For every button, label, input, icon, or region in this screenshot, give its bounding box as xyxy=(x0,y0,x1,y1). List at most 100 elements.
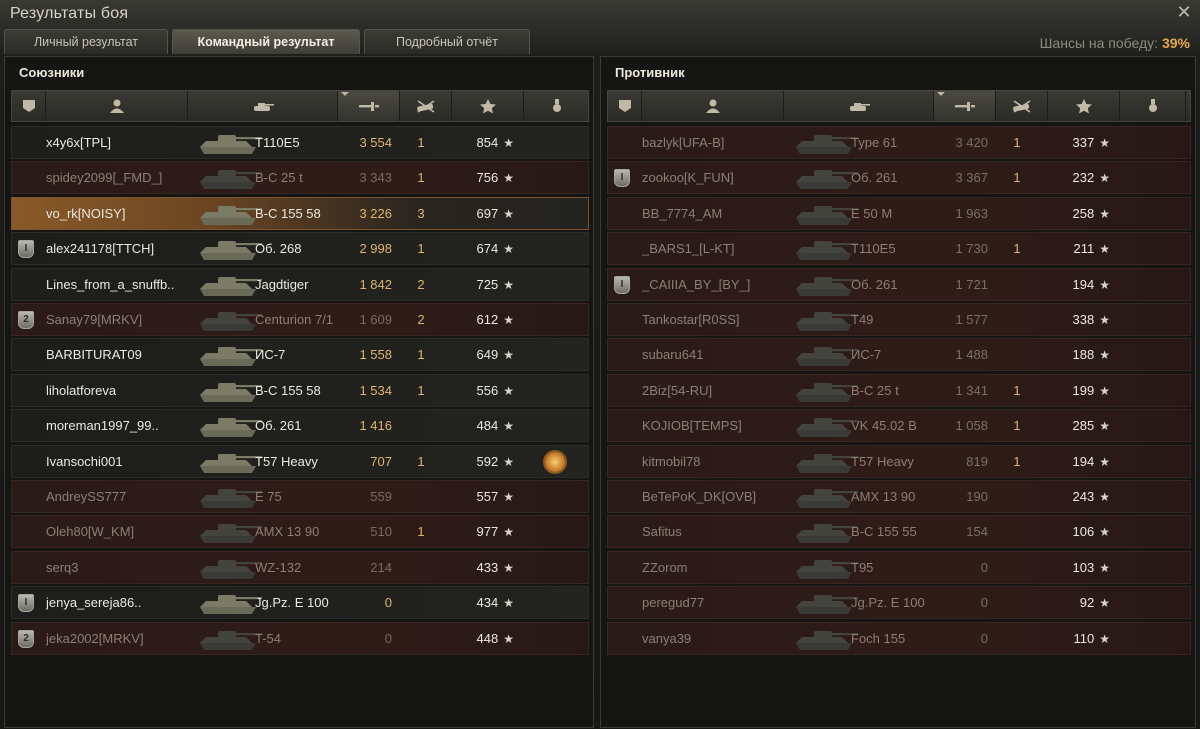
player-name: _CAIIIA_BY_[BY_] xyxy=(642,276,751,292)
column-header-medal[interactable] xyxy=(524,91,590,121)
player-row[interactable]: Safitus В-С 155 55 154 106 ★ xyxy=(607,515,1191,549)
xp-value: 194 ★ xyxy=(1048,446,1110,477)
player-row[interactable]: 2Biz[54-RU] В-С 25 t 1 341 1 199 ★ xyxy=(607,373,1191,407)
player-row[interactable]: moreman1997_99.. Об. 261 1 416 484 ★ xyxy=(11,409,589,443)
player-row[interactable]: kitmobil78 T57 Heavy 819 1 194 ★ xyxy=(607,444,1191,478)
player-row[interactable]: BB_7774_AM E 50 M 1 963 258 ★ xyxy=(607,196,1191,230)
player-name: x4y6x[TPL] xyxy=(46,135,112,150)
player-row[interactable]: vanya39 Foch 155 0 110 ★ xyxy=(607,621,1191,655)
tank-icon xyxy=(796,135,858,154)
tab-detailed-report[interactable]: Подробный отчёт xyxy=(364,29,530,54)
xp-value: 448 ★ xyxy=(452,623,514,654)
xp-number: 199 xyxy=(1072,382,1095,398)
player-row[interactable]: liholatforeva В-С 155 58 1 534 1 556 ★ xyxy=(11,373,589,407)
column-header-kills[interactable] xyxy=(996,91,1048,121)
player-row[interactable]: Ivansochi001 T57 Heavy 707 1 592 ★ xyxy=(11,444,589,478)
tank-name: AMX 13 90 xyxy=(851,489,916,504)
enemies-panel: Противник bazlyk[UFA-B] Type 61 3 420 1 337 ★… xyxy=(600,56,1196,728)
player-row[interactable]: Ijenya_sereja86.. Jg.Pz. E 100 0 434 ★ xyxy=(11,586,589,620)
player-row[interactable]: ZZorom T95 0 103 ★ xyxy=(607,550,1191,584)
column-header-player[interactable] xyxy=(46,91,188,121)
player-row[interactable]: spidey2099[_FMD_] В-С 25 t 3 343 1 756 ★ xyxy=(11,161,589,195)
player-row[interactable]: Izookoo[K_FUN] Об. 261 3 367 1 232 ★ xyxy=(607,161,1191,195)
tank-name: T49 xyxy=(851,312,874,327)
player-name: Ivansochi001 xyxy=(46,453,123,469)
player-row[interactable]: 2 jeka2002[MRKV] T-54 0 448 ★ xyxy=(11,621,589,655)
player-row[interactable]: Lines_from_a_snuffb.. Jagdtiger 1 842 2 725 ★ xyxy=(11,267,589,301)
kills-value: 1 xyxy=(417,453,425,469)
tank-name: Об. 261 xyxy=(851,170,898,186)
player-row[interactable]: 2 Sanay79[MRKV] Centurion 7/1 1 609 2 612 ★ xyxy=(11,303,589,336)
tank-icon xyxy=(200,135,262,154)
allies-title: Союзники xyxy=(19,65,85,80)
column-header-badge[interactable] xyxy=(12,91,46,121)
player-row[interactable]: I _CAIIIA_BY_[BY_] Об. 261 1 721 194 ★ xyxy=(607,267,1191,301)
player-row[interactable]: bazlyk[UFA-B] Type 61 3 420 1 337 ★ xyxy=(607,126,1191,159)
mastery-badge-icon: 2 xyxy=(18,629,34,648)
tank-icon xyxy=(796,241,858,261)
player-row[interactable]: vo_rk[NOISY] В-С 155 58 3 226 3 697 ★ xyxy=(11,196,589,230)
xp-number: 448 xyxy=(476,630,499,646)
xp-number: 338 xyxy=(1072,312,1095,327)
player-row[interactable]: AndreySS777 E 75 559 557 ★ xyxy=(11,480,589,513)
player-row[interactable]: peregud77 Jg.Pz. E 100 0 92 ★ xyxy=(607,586,1191,620)
player-row[interactable]: Tankostar[R0SS] T49 1 577 338 ★ xyxy=(607,303,1191,336)
player-name: vanya39 xyxy=(642,630,692,646)
player-name: alex241178[TTCH] xyxy=(46,241,155,257)
player-row[interactable]: Ialex241178[TTCH] Об. 268 2 998 1 674 ★ xyxy=(11,232,589,266)
column-header-tank[interactable] xyxy=(784,91,934,121)
xp-number: 194 xyxy=(1072,453,1095,469)
column-header-badge[interactable] xyxy=(608,91,642,121)
player-row[interactable]: BARBITURAT09 ИС-7 1 558 1 649 ★ xyxy=(11,338,589,372)
column-header-damage[interactable] xyxy=(934,91,996,121)
xp-number: 756 xyxy=(476,170,499,186)
damage-value: 3 554 xyxy=(359,135,392,150)
tank-name: VK 45.02 B xyxy=(851,418,917,434)
medal-icon[interactable] xyxy=(545,451,565,472)
column-header-xp[interactable] xyxy=(452,91,524,121)
player-row[interactable]: _BARS1_[L-KT] T110E5 1 730 1 211 ★ xyxy=(607,232,1191,266)
close-icon[interactable]: ✕ xyxy=(1174,2,1194,22)
player-row[interactable]: serq3 WZ-132 214 433 ★ xyxy=(11,550,589,584)
tank-icon xyxy=(200,489,262,508)
damage-icon xyxy=(955,102,975,111)
column-header-tank[interactable] xyxy=(188,91,338,121)
column-header-damage[interactable] xyxy=(338,91,400,121)
tank-icon xyxy=(200,205,262,225)
player-row[interactable]: KOJIOB[TEMPS] VK 45.02 B 1 058 1 285 ★ xyxy=(607,409,1191,443)
player-row[interactable]: subaru641 ИС-7 1 488 188 ★ xyxy=(607,338,1191,372)
star-icon: ★ xyxy=(503,383,514,398)
xp-number: 674 xyxy=(476,241,499,257)
tank-name: T110E5 xyxy=(255,135,300,150)
mastery-badge-icon: I xyxy=(614,275,630,294)
column-header-player[interactable] xyxy=(642,91,784,121)
damage-value: 1 558 xyxy=(359,347,392,363)
xp-value: 337 ★ xyxy=(1048,127,1110,158)
kills-value xyxy=(400,481,442,512)
column-header-medal[interactable] xyxy=(1120,91,1186,121)
tank-icon xyxy=(796,276,858,296)
column-header-kills[interactable] xyxy=(400,91,452,121)
tank-icon xyxy=(200,312,262,331)
allies-panel: Союзники x4y6x[TPL] T110E5 3 554 1 854 ★ spide… xyxy=(4,56,594,728)
kills-value: 1 xyxy=(1013,241,1021,257)
tab-personal-result[interactable]: Личный результат xyxy=(4,29,168,54)
damage-value: 190 xyxy=(966,489,988,504)
damage-value: 707 xyxy=(370,453,392,469)
player-name: bazlyk[UFA-B] xyxy=(642,135,725,150)
xp-value: 285 ★ xyxy=(1048,410,1110,441)
tank-icon xyxy=(796,524,858,544)
tab-team-result[interactable]: Командный результат xyxy=(172,29,360,54)
player-row[interactable]: Oleh80[W_KM] AMX 13 90 510 1 977 ★ xyxy=(11,515,589,549)
star-icon: ★ xyxy=(503,242,514,257)
player-row[interactable]: x4y6x[TPL] T110E5 3 554 1 854 ★ xyxy=(11,126,589,159)
damage-value: 3 226 xyxy=(359,205,392,221)
xp-value: 854 ★ xyxy=(452,127,514,158)
player-name: BARBITURAT09 xyxy=(46,347,142,363)
player-row[interactable]: BeTePoK_DK[OVB] AMX 13 90 190 243 ★ xyxy=(607,480,1191,513)
xp-number: 977 xyxy=(476,524,499,540)
tank-name: Jg.Pz. E 100 xyxy=(255,595,329,611)
xp-value: 188 ★ xyxy=(1048,339,1110,370)
xp-value: 756 ★ xyxy=(452,162,514,193)
column-header-xp[interactable] xyxy=(1048,91,1120,121)
